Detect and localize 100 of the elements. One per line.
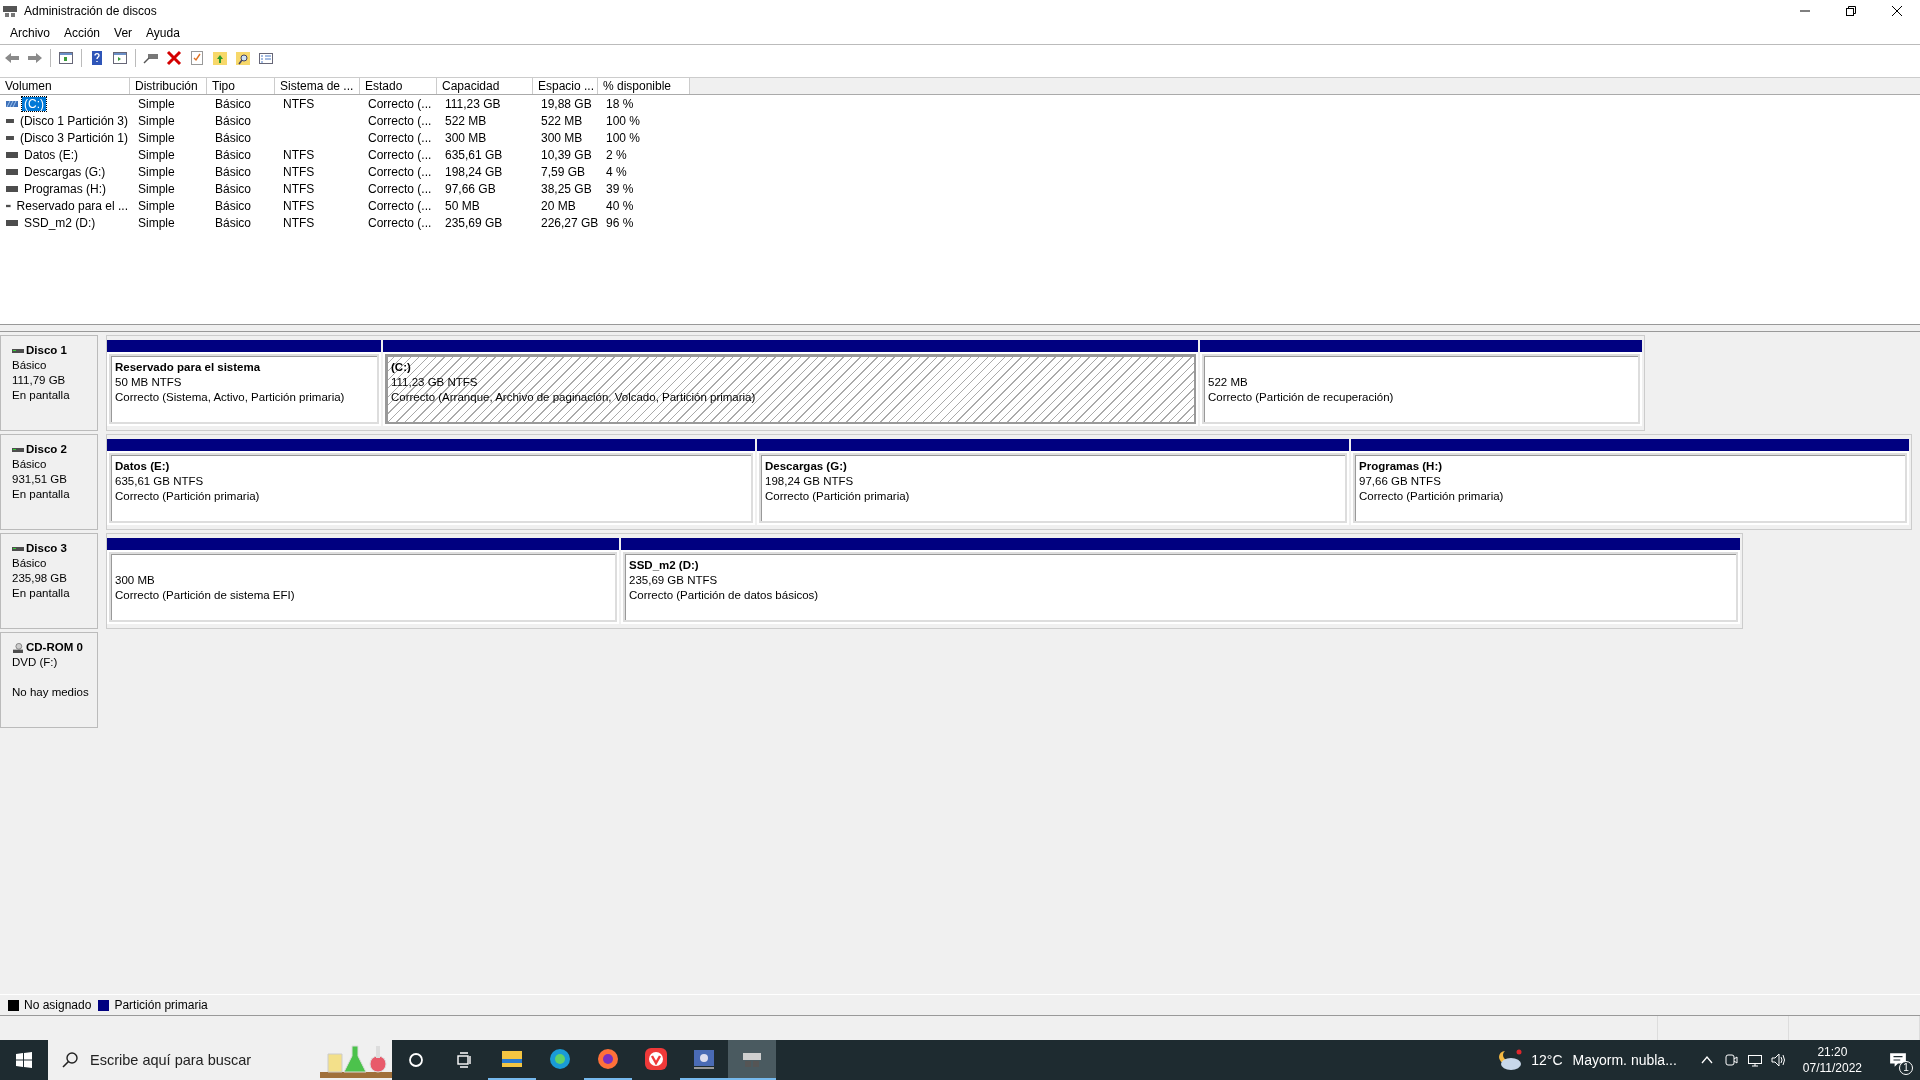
menu-item[interactable]: Acción xyxy=(57,24,108,42)
partition-status: Correcto (Arranque, Archivo de paginación, Volcado, Partición primaria) xyxy=(391,390,757,405)
table-cell-text: Correcto (... xyxy=(367,96,433,111)
partition-size: 235,69 GB NTFS xyxy=(629,573,719,588)
table-cell-text: 97,66 GB xyxy=(444,181,497,196)
close-icon[interactable] xyxy=(1891,5,1903,17)
partition-status: Correcto (Sistema, Activo, Partición primaria) xyxy=(115,390,346,405)
partition-status: Correcto (Partición primaria) xyxy=(765,489,911,504)
network-monitor-icon[interactable] xyxy=(1746,1052,1763,1068)
menu-item[interactable]: Ayuda xyxy=(139,24,187,42)
task-view-icon[interactable] xyxy=(456,1052,472,1068)
camera-icon[interactable] xyxy=(1722,1052,1739,1068)
drive-icon xyxy=(6,184,18,193)
partition-size: 97,66 GB NTFS xyxy=(1359,474,1442,489)
partition-block[interactable]: 300 MB Correcto (Partición de sistema EFI) xyxy=(107,538,619,624)
table-cell-text: NTFS xyxy=(282,164,316,179)
disk-name: Disco 3 xyxy=(26,541,67,556)
volume-name[interactable]: (C:) xyxy=(22,96,46,111)
table-cell-text: Simple xyxy=(137,198,176,213)
disk-size: 111,79 GB xyxy=(12,373,67,388)
table-cell-text: 226,27 GB xyxy=(540,215,598,230)
restore-icon[interactable] xyxy=(1845,5,1857,17)
menu-item[interactable]: Archivo xyxy=(3,24,57,42)
table-cell-text: 4 % xyxy=(605,164,628,179)
legend-label: Partición primaria xyxy=(114,998,208,1012)
volume-name[interactable]: (Disco 1 Partición 3) xyxy=(17,113,130,128)
weather-condition[interactable]: Mayorm. nubla... xyxy=(1572,1052,1677,1068)
disk-name: Disco 2 xyxy=(26,442,67,457)
disk-type: Básico xyxy=(12,457,48,472)
table-cell-text: Simple xyxy=(137,215,176,230)
table-cell-text: Simple xyxy=(137,113,176,128)
partition-block[interactable]: (C:) 111,23 GB NTFS Correcto (Arranque, Archivo de paginación, Volcado, Partición primaria) xyxy=(383,340,1198,426)
speaker-icon[interactable] xyxy=(1770,1052,1787,1068)
partition-size: 522 MB xyxy=(1208,375,1249,390)
partition-name: Datos (E:) xyxy=(115,459,171,474)
column-header[interactable]: Estado xyxy=(360,78,437,94)
volume-name[interactable]: SSD_m2 (D:) xyxy=(22,215,98,230)
table-cell-text: Simple xyxy=(137,130,176,145)
disk-type: DVD (F:) xyxy=(12,655,59,670)
cortana-circle-icon[interactable] xyxy=(408,1052,424,1068)
table-cell-text: Básico xyxy=(214,113,253,128)
delete-icon[interactable] xyxy=(166,50,182,66)
volume-name[interactable]: Descargas (G:) xyxy=(22,164,108,179)
partition-block[interactable]: 522 MB Correcto (Partición de recuperación) xyxy=(1200,340,1642,426)
drive-icon xyxy=(6,99,18,108)
clock-date[interactable]: 07/11/2022 xyxy=(1802,1060,1862,1076)
back-arrow-icon[interactable] xyxy=(4,50,20,66)
volume-name[interactable]: Reservado para el ... xyxy=(14,198,130,213)
volume-name[interactable]: Programas (H:) xyxy=(22,181,108,196)
forward-arrow-icon[interactable] xyxy=(27,50,43,66)
table-cell-text: Simple xyxy=(137,181,176,196)
table-cell-text: Correcto (... xyxy=(367,113,433,128)
column-header[interactable]: Volumen xyxy=(0,78,130,94)
partition-block[interactable]: SSD_m2 (D:) 235,69 GB NTFS Correcto (Partición de datos básicos) xyxy=(621,538,1740,624)
table-cell-text: Simple xyxy=(137,147,176,162)
table-cell-text: NTFS xyxy=(282,147,316,162)
folder-search-icon[interactable] xyxy=(235,50,251,66)
help-icon[interactable] xyxy=(89,50,105,66)
disk-status: En pantalla xyxy=(12,487,71,502)
column-header[interactable]: Distribución xyxy=(130,78,207,94)
partition-name: Descargas (G:) xyxy=(765,459,848,474)
partition-status: Correcto (Partición de sistema EFI) xyxy=(115,588,296,603)
console-tree-icon[interactable] xyxy=(58,50,74,66)
partition-block[interactable]: Programas (H:) 97,66 GB NTFS Correcto (Partición primaria) xyxy=(1351,439,1909,525)
menu-item[interactable]: Ver xyxy=(107,24,140,42)
weather-temperature[interactable]: 12°C xyxy=(1531,1052,1563,1068)
table-cell-text: 18 % xyxy=(605,96,635,111)
table-cell-text: Correcto (... xyxy=(367,147,433,162)
search-icon xyxy=(62,1052,78,1068)
disk-type: Básico xyxy=(12,358,48,373)
clock-time[interactable]: 21:20 xyxy=(1817,1044,1848,1060)
volume-name[interactable]: (Disco 3 Partición 1) xyxy=(17,130,130,145)
action-pane-icon[interactable] xyxy=(112,50,128,66)
table-cell-text: 2 % xyxy=(605,147,628,162)
fox-globe-icon xyxy=(596,1047,620,1071)
partition-block[interactable]: Datos (E:) 635,61 GB NTFS Correcto (Partición primaria) xyxy=(107,439,755,525)
table-cell-text: Simple xyxy=(137,96,176,111)
v-logo-icon xyxy=(644,1047,668,1071)
disk-name: Disco 1 xyxy=(26,343,67,358)
table-cell-text: Correcto (... xyxy=(367,130,433,145)
column-header[interactable]: Sistema de ... xyxy=(275,78,360,94)
column-header[interactable]: Espacio ... xyxy=(533,78,598,94)
windows-start-icon[interactable] xyxy=(16,1052,32,1068)
column-header[interactable]: Tipo xyxy=(207,78,275,94)
table-cell-text: 522 MB xyxy=(444,113,488,128)
properties-icon[interactable] xyxy=(258,50,274,66)
search-field[interactable]: Escribe aquí para buscar xyxy=(48,1040,392,1080)
swirl-browser-icon xyxy=(548,1047,572,1071)
notification-icon[interactable] xyxy=(1889,1051,1907,1069)
partition-size: 111,23 GB NTFS xyxy=(391,375,479,390)
table-cell-text: 100 % xyxy=(605,130,642,145)
notification-count: 1 xyxy=(1899,1061,1913,1075)
volume-name[interactable]: Datos (E:) xyxy=(22,147,80,162)
folder-up-icon[interactable] xyxy=(212,50,228,66)
partition-block[interactable]: Reservado para el sistema 50 MB NTFS Correcto (Sistema, Activo, Partición primaria) xyxy=(107,340,381,426)
checklist-icon[interactable] xyxy=(189,50,205,66)
partition-block[interactable]: Descargas (G:) 198,24 GB NTFS Correcto (Partición primaria) xyxy=(757,439,1349,525)
column-header[interactable]: Capacidad xyxy=(437,78,533,94)
table-cell-text: 522 MB xyxy=(540,113,584,128)
partition-status: Correcto (Partición de datos básicos) xyxy=(629,588,820,603)
